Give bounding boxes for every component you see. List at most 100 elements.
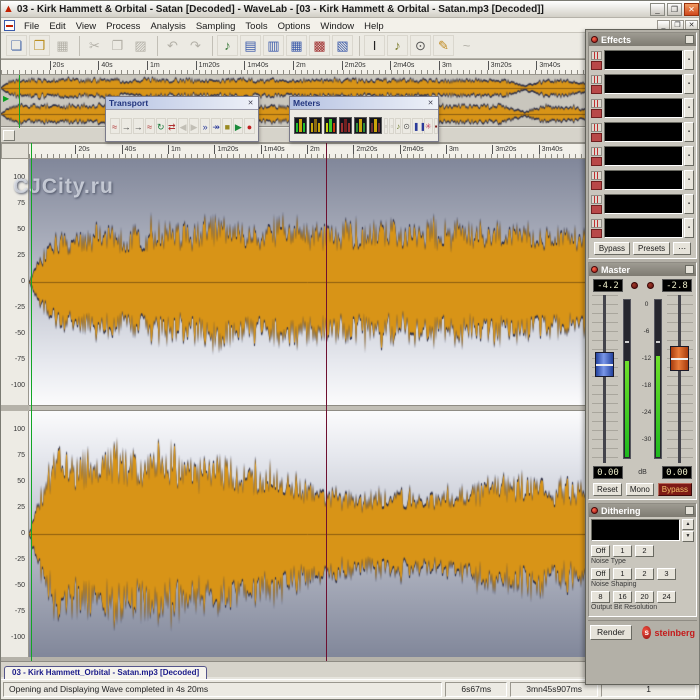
- playback-cursor-line[interactable]: [326, 143, 327, 661]
- menu-options[interactable]: Options: [273, 20, 316, 33]
- magnify-button[interactable]: ⊙: [402, 117, 411, 134]
- effects-header[interactable]: Effects: [589, 33, 696, 46]
- output-bits-option-button[interactable]: 20: [635, 591, 654, 603]
- noise-type-option-button[interactable]: 1: [613, 545, 632, 557]
- amplitude-ruler-right-channel[interactable]: 100 75 50 25 0 -25 -50 -75 -100: [1, 411, 29, 657]
- bypass-button[interactable]: Bypass: [593, 242, 631, 255]
- overview-time-ruler[interactable]: 20s 40s 1m 1m20s 1m40s 2m 2m20s 2m40s 3m 3m20s 3m4…: [1, 59, 586, 75]
- meters-close-icon[interactable]: ✕: [426, 99, 435, 107]
- audition-tool-icon[interactable]: ♪: [387, 35, 408, 56]
- freeze-button[interactable]: ✳: [423, 117, 433, 134]
- right-fader-handle[interactable]: [670, 346, 689, 371]
- effect-solo-button[interactable]: [591, 132, 602, 142]
- monitor-speaker-icon[interactable]: ♪: [217, 35, 238, 56]
- wave-edit-area[interactable]: 100 75 50 25 0 -25 -50 -75 -100 100 75 50 25 0 -25 -50…: [1, 159, 586, 661]
- move-left-button[interactable]: →: [120, 117, 132, 134]
- pause-display-button[interactable]: ❚❚: [411, 117, 426, 134]
- overview-start-marker-icon[interactable]: ▶: [3, 95, 9, 103]
- master-collapse-icon[interactable]: [685, 265, 694, 274]
- minimize-button[interactable]: _: [650, 2, 665, 16]
- overview-grip[interactable]: [3, 129, 15, 141]
- move-right-button[interactable]: →: [132, 117, 144, 134]
- go-to-end-button[interactable]: ↠: [211, 117, 222, 134]
- noise-shaping-option-button[interactable]: 2: [635, 568, 654, 580]
- effect-solo-button[interactable]: [591, 156, 602, 166]
- new-file-icon[interactable]: ❏: [6, 35, 27, 56]
- meter-option-1-button[interactable]: ▫: [383, 117, 389, 134]
- auto-return-button[interactable]: ⇄: [166, 117, 177, 134]
- zoom-tool-icon[interactable]: ⊙: [410, 35, 431, 56]
- prev-marker-button[interactable]: ◀: [177, 117, 188, 134]
- spinner-up-icon[interactable]: ▲: [682, 519, 694, 530]
- waveform-right-channel[interactable]: [29, 411, 586, 657]
- effect-on-button[interactable]: [591, 50, 602, 60]
- spectrum-meter-button[interactable]: [324, 117, 337, 134]
- close-button[interactable]: ✕: [684, 2, 699, 16]
- effect-solo-button[interactable]: [591, 180, 602, 190]
- open-file-icon[interactable]: ❒: [29, 35, 50, 56]
- reset-meters-button[interactable]: ▪: [433, 117, 439, 134]
- effect-on-button[interactable]: [591, 122, 602, 132]
- effect-solo-button[interactable]: [591, 204, 602, 214]
- effect-on-button[interactable]: [591, 218, 602, 228]
- channel-divider[interactable]: [29, 405, 586, 411]
- left-fader[interactable]: [592, 295, 618, 463]
- effect-option-button[interactable]: ▪: [684, 122, 694, 142]
- text-cursor-tool-icon[interactable]: I: [364, 35, 385, 56]
- menu-tools[interactable]: Tools: [240, 20, 272, 33]
- effect-on-button[interactable]: [591, 98, 602, 108]
- effect-solo-button[interactable]: [591, 60, 602, 70]
- maximize-button[interactable]: ❐: [667, 2, 682, 16]
- pencil-tool-icon[interactable]: ✎: [433, 35, 454, 56]
- noise-type-option-button[interactable]: Off: [591, 545, 610, 557]
- effect-option-button[interactable]: ▪: [684, 170, 694, 190]
- effect-on-button[interactable]: [591, 74, 602, 84]
- dithering-header[interactable]: Dithering: [589, 504, 696, 517]
- master-bypass-button[interactable]: Bypass: [657, 483, 692, 496]
- oscilloscope-button[interactable]: [354, 117, 367, 134]
- wave-scope-button[interactable]: [369, 117, 382, 134]
- menu-analysis[interactable]: Analysis: [145, 20, 190, 33]
- main-time-ruler[interactable]: 20s 40s 1m 1m20s 1m40s 2m 2m20s 2m40s 3m 3m20s 3m4…: [29, 143, 586, 159]
- left-fader-handle[interactable]: [595, 352, 614, 377]
- stop-button[interactable]: ■: [222, 117, 233, 134]
- view-layout-4-icon[interactable]: ▩: [309, 35, 330, 56]
- menu-window[interactable]: Window: [315, 20, 359, 33]
- fast-forward-button[interactable]: »: [200, 117, 211, 134]
- menu-sampling[interactable]: Sampling: [191, 20, 241, 33]
- effect-option-button[interactable]: ▪: [684, 194, 694, 214]
- noise-shaping-option-button[interactable]: 3: [657, 568, 676, 580]
- spinner-down-icon[interactable]: ▼: [682, 531, 694, 542]
- effect-on-button[interactable]: [591, 194, 602, 204]
- phase-meter-button[interactable]: [309, 117, 322, 134]
- play-from-start-button[interactable]: ≈: [109, 117, 120, 134]
- menu-process[interactable]: Process: [101, 20, 145, 33]
- noise-shaping-option-button[interactable]: 1: [613, 568, 632, 580]
- meter-option-2-button[interactable]: ▫: [389, 117, 395, 134]
- right-clip-led-icon[interactable]: [646, 282, 654, 289]
- effect-option-button[interactable]: ▪: [684, 146, 694, 166]
- menu-file[interactable]: File: [19, 20, 44, 33]
- record-button[interactable]: ●: [244, 117, 255, 134]
- bit-meter-button[interactable]: [339, 117, 352, 134]
- effects-collapse-icon[interactable]: [685, 35, 694, 44]
- output-bits-option-button[interactable]: 8: [591, 591, 610, 603]
- menu-edit[interactable]: Edit: [44, 20, 70, 33]
- effect-on-button[interactable]: [591, 146, 602, 156]
- menu-help[interactable]: Help: [359, 20, 389, 33]
- presets-button[interactable]: Presets: [633, 242, 671, 255]
- next-marker-button[interactable]: ▶: [188, 117, 200, 134]
- effect-solo-button[interactable]: [591, 228, 602, 238]
- effect-on-button[interactable]: [591, 170, 602, 180]
- meters-title-bar[interactable]: Meters ✕: [290, 97, 438, 110]
- monitor-speaker-button[interactable]: ♪: [395, 117, 402, 134]
- effect-option-button[interactable]: ▪: [684, 74, 694, 94]
- transport-close-icon[interactable]: ✕: [246, 99, 255, 107]
- level-meter-button[interactable]: [294, 117, 307, 134]
- play-to-cursor-button[interactable]: ≈: [144, 117, 155, 134]
- effect-solo-button[interactable]: [591, 84, 602, 94]
- mono-button[interactable]: Mono: [625, 483, 654, 496]
- document-icon[interactable]: [4, 19, 15, 31]
- loop-button[interactable]: ↻: [155, 117, 166, 134]
- view-layout-3-icon[interactable]: ▦: [286, 35, 307, 56]
